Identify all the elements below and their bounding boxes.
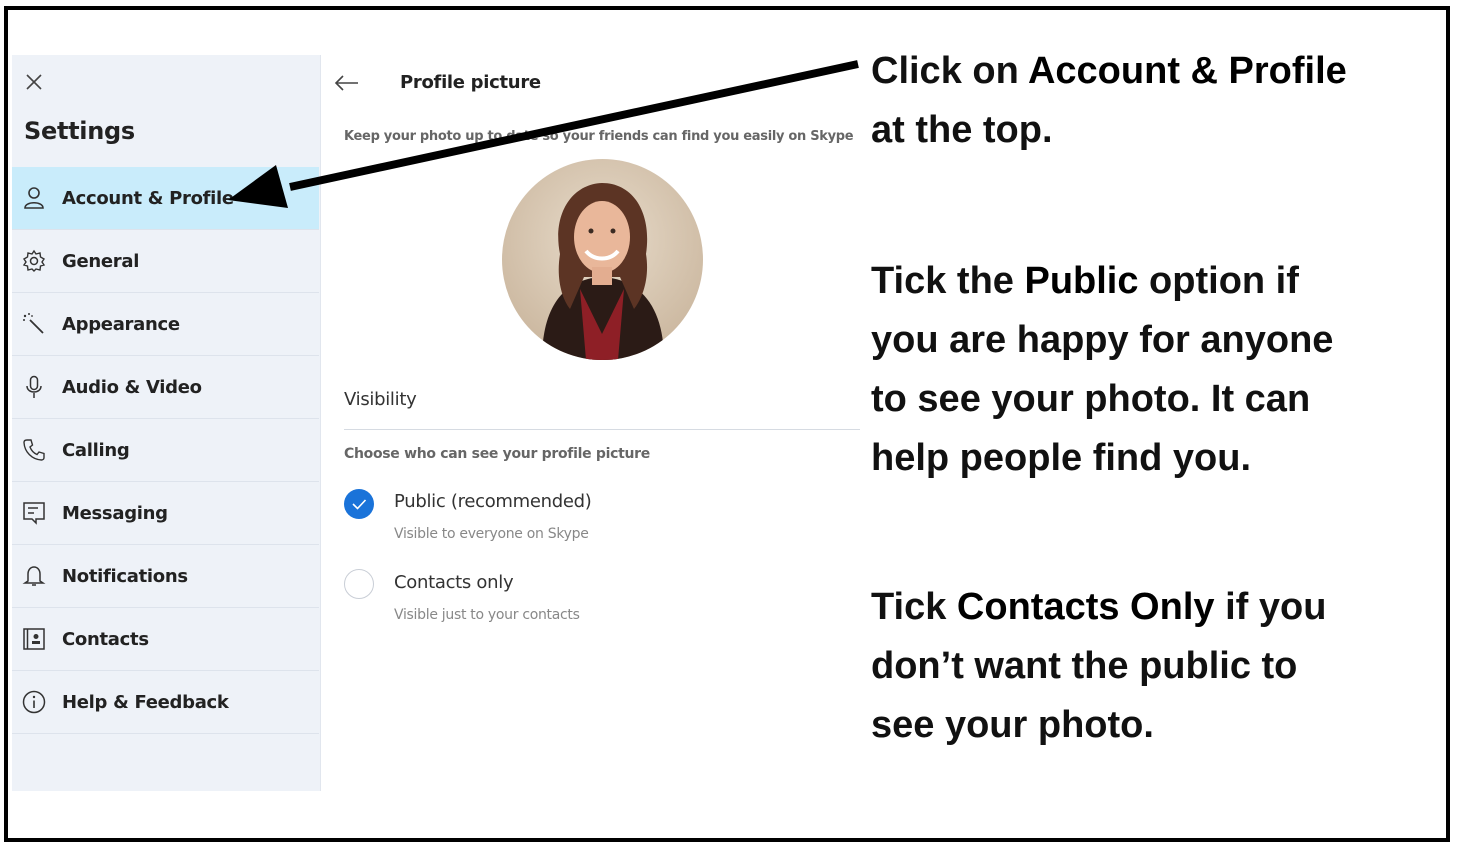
message-icon bbox=[22, 501, 46, 525]
contacts-option-sub: Visible just to your contacts bbox=[394, 607, 580, 623]
back-arrow-icon[interactable] bbox=[334, 72, 360, 94]
magic-wand-icon bbox=[22, 312, 46, 336]
person-icon bbox=[22, 186, 46, 210]
info-icon bbox=[22, 690, 46, 714]
close-icon[interactable] bbox=[22, 70, 48, 96]
sidebar-item-label: Account & Profile bbox=[62, 187, 234, 209]
sidebar-item-label: Help & Feedback bbox=[62, 691, 229, 713]
public-option-label[interactable]: Public (recommended) bbox=[394, 491, 592, 512]
sidebar-item-general[interactable]: General bbox=[12, 230, 319, 293]
sidebar-item-audio-video[interactable]: Audio & Video bbox=[12, 356, 319, 419]
contacts-option-label[interactable]: Contacts only bbox=[394, 572, 514, 593]
settings-title: Settings bbox=[24, 117, 135, 145]
sidebar-item-contacts[interactable]: Contacts bbox=[12, 608, 319, 671]
annotation-public: Tick the Public option if you are happy … bbox=[871, 260, 1334, 479]
sidebar-item-label: Notifications bbox=[62, 565, 188, 587]
sidebar-item-label: Calling bbox=[62, 439, 130, 461]
bell-icon bbox=[22, 564, 46, 588]
contacts-only-radio[interactable] bbox=[344, 569, 374, 599]
annotation-contacts-only: Tick Contacts Only if you don’t want the… bbox=[871, 586, 1327, 746]
sidebar-item-label: Messaging bbox=[62, 502, 168, 524]
sidebar-item-label: General bbox=[62, 250, 140, 272]
public-radio[interactable] bbox=[344, 489, 374, 519]
public-option-sub: Visible to everyone on Skype bbox=[394, 526, 589, 542]
phone-icon bbox=[22, 438, 46, 462]
sidebar-item-label: Contacts bbox=[62, 628, 149, 650]
sidebar-item-account-profile[interactable]: Account & Profile bbox=[12, 167, 319, 230]
page-title: Profile picture bbox=[400, 72, 541, 93]
sidebar-item-notifications[interactable]: Notifications bbox=[12, 545, 319, 608]
sidebar-item-calling[interactable]: Calling bbox=[12, 419, 319, 482]
divider bbox=[344, 429, 860, 430]
profile-photo[interactable] bbox=[502, 159, 703, 360]
sidebar-item-messaging[interactable]: Messaging bbox=[12, 482, 319, 545]
contact-card-icon bbox=[22, 627, 46, 651]
gear-icon bbox=[22, 249, 46, 273]
sidebar-item-label: Appearance bbox=[62, 313, 180, 335]
sidebar-item-help-feedback[interactable]: Help & Feedback bbox=[12, 671, 319, 734]
sidebar-item-appearance[interactable]: Appearance bbox=[12, 293, 319, 356]
annotation-account-profile: Click on Account & Profile at the top. bbox=[871, 50, 1347, 151]
sidebar-item-label: Audio & Video bbox=[62, 376, 202, 398]
checkmark-icon bbox=[352, 499, 367, 510]
visibility-hint: Choose who can see your profile picture bbox=[344, 446, 650, 462]
profile-picture-hint: Keep your photo up to date so your frien… bbox=[344, 129, 854, 144]
settings-nav: Account & Profile General Appearance Aud… bbox=[12, 167, 319, 734]
microphone-icon bbox=[22, 375, 46, 399]
visibility-title: Visibility bbox=[344, 389, 417, 410]
